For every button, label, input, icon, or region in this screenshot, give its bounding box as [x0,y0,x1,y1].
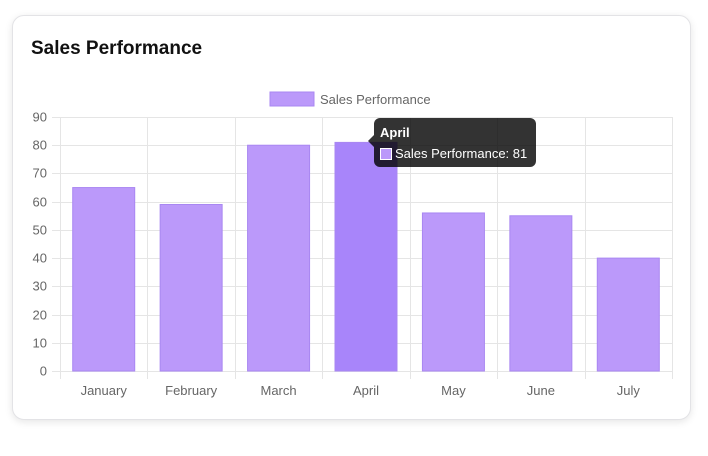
x-tick-label: January [81,383,128,398]
chart-tooltip: April Sales Performance: 81 [368,118,536,167]
legend-label: Sales Performance [320,92,431,107]
y-tick-label: 20 [33,308,47,323]
y-tick-label: 40 [33,251,47,266]
bar-january [72,187,136,372]
x-tick-label: March [261,383,297,398]
bar-april [334,141,398,372]
x-tick-label: February [165,383,218,398]
tooltip-title: April [380,125,410,140]
x-tick-label: July [617,383,641,398]
bar-february [159,203,223,372]
y-tick-label: 60 [33,195,47,210]
y-tick-label: 0 [40,364,47,379]
bar-june [509,215,573,372]
bar-march [247,144,311,372]
tooltip-label: Sales Performance: 81 [395,146,528,161]
x-tick-label: April [353,383,379,398]
y-tick-label: 70 [33,166,47,181]
legend-swatch [269,91,315,107]
bar-july [596,257,660,372]
y-tick-label: 90 [33,110,47,125]
bar-may [421,212,485,372]
tooltip-color-swatch [380,147,392,160]
x-tick-label: June [527,383,555,398]
tooltip-body: Sales Performance: 81 [380,146,530,161]
y-tick-label: 50 [33,223,47,238]
x-tick-label: May [441,383,466,398]
y-tick-label: 80 [33,138,47,153]
y-tick-label: 30 [33,279,47,294]
bar-chart: 0 10 20 30 40 50 60 70 80 90 January February March A… [33,91,673,398]
y-tick-label: 10 [33,336,47,351]
